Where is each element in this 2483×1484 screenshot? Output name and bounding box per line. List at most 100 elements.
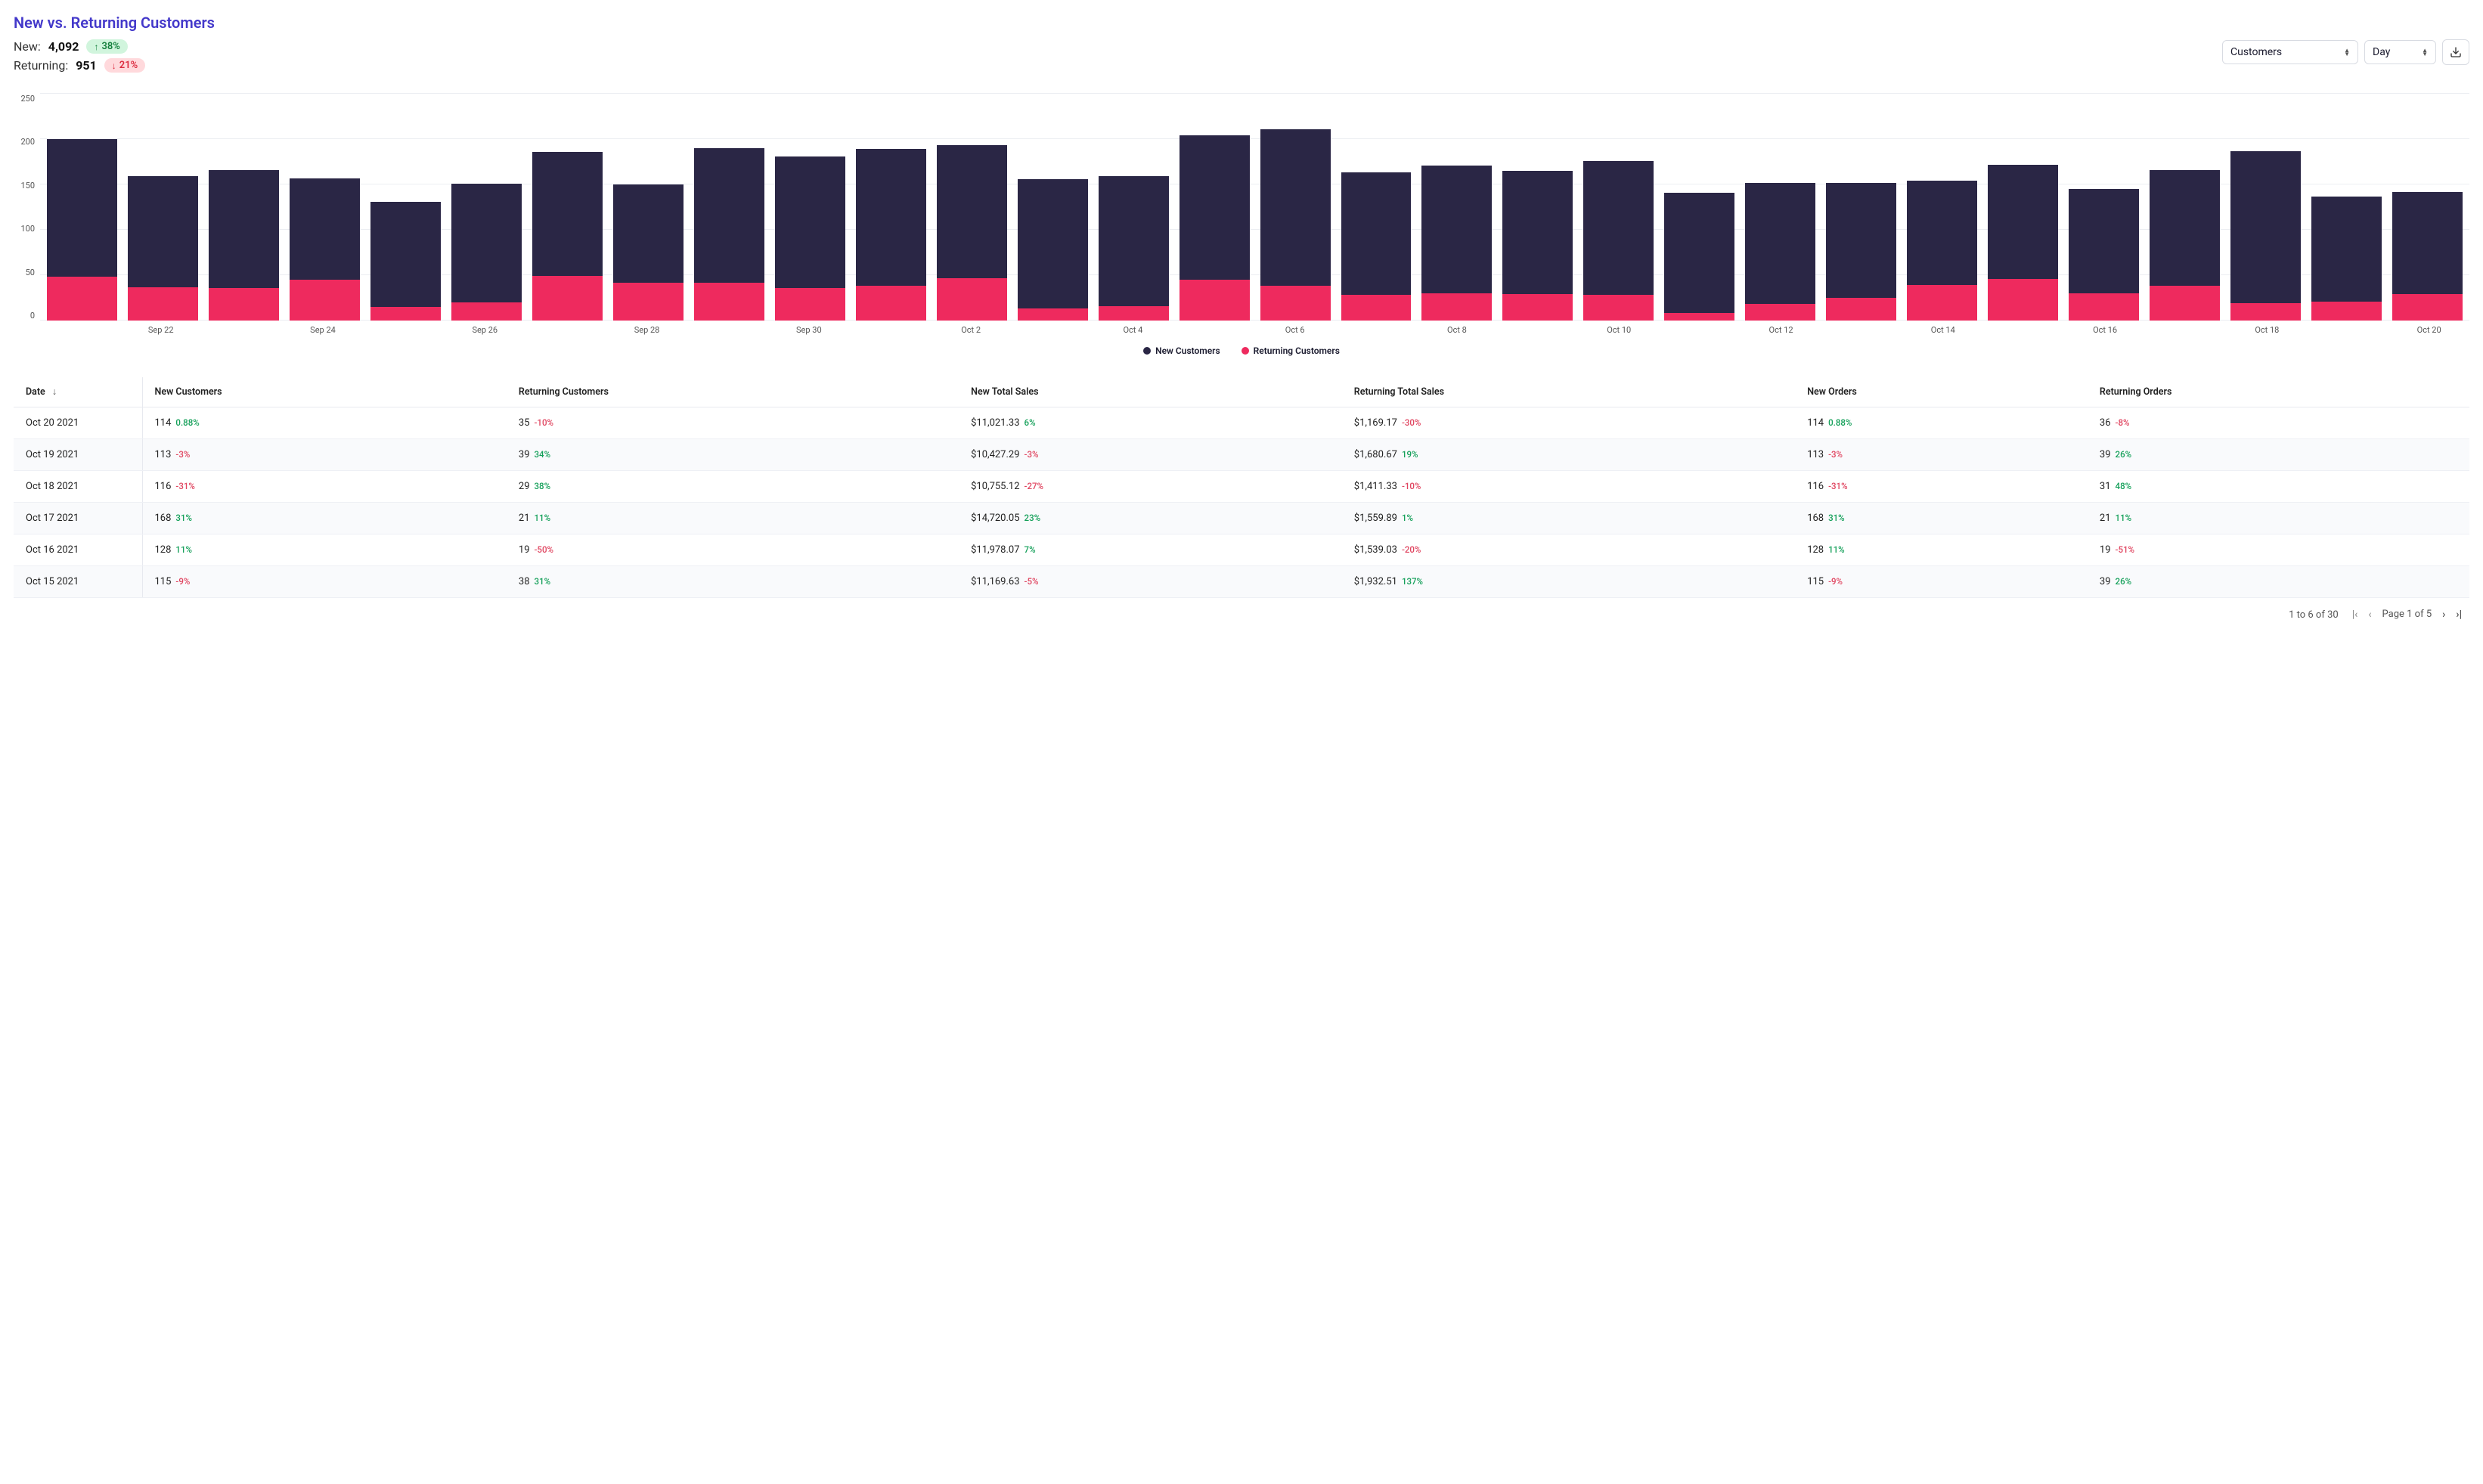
bar[interactable] — [203, 94, 284, 321]
arrow-up-icon: ↑ — [94, 42, 98, 52]
bar[interactable] — [365, 94, 446, 321]
cell: 2111% — [2088, 503, 2469, 534]
bar[interactable] — [1740, 94, 1821, 321]
stat-returning: Returning: 951 ↓ 21% — [14, 58, 145, 73]
cell: 2938% — [507, 471, 959, 503]
legend-returning: Returning Customers — [1242, 345, 1340, 356]
bar[interactable] — [851, 94, 932, 321]
bar[interactable] — [1821, 94, 1902, 321]
chart-plot — [39, 94, 2469, 321]
bar-segment-returning — [613, 283, 684, 321]
bar[interactable] — [2306, 94, 2387, 321]
pager-next[interactable]: › — [2442, 609, 2445, 621]
y-tick: 0 — [30, 311, 35, 321]
bar-segment-returning — [1988, 279, 2058, 321]
download-button[interactable] — [2442, 39, 2469, 65]
cell: $1,559.891% — [1342, 503, 1795, 534]
bar-segment-new — [1180, 135, 1250, 280]
bar-segment-new — [2392, 192, 2463, 295]
cell: $11,978.077% — [959, 534, 1342, 566]
bar[interactable] — [932, 94, 1012, 321]
bar[interactable] — [608, 94, 689, 321]
bar[interactable] — [2225, 94, 2306, 321]
x-tick: Sep 28 — [606, 325, 687, 335]
pagination: 1 to 6 of 30 |‹ ‹ Page 1 of 5 › ›| — [14, 598, 2469, 624]
x-tick — [364, 325, 445, 335]
bar-segment-new — [209, 170, 279, 288]
bar-segment-new — [2150, 170, 2220, 287]
table-row: Oct 19 2021113-3%3934%$10,427.29-3%$1,68… — [14, 439, 2469, 471]
bar[interactable] — [1336, 94, 1417, 321]
bar-segment-new — [937, 145, 1007, 277]
metric-select[interactable]: Customers ▲▼ — [2222, 40, 2358, 64]
bar[interactable] — [770, 94, 851, 321]
bar[interactable] — [1416, 94, 1497, 321]
bar[interactable] — [1012, 94, 1093, 321]
bar[interactable] — [527, 94, 608, 321]
x-tick — [687, 325, 768, 335]
cell: 1140.88% — [1795, 407, 2088, 439]
cell: $10,427.29-3% — [959, 439, 1342, 471]
cell: $11,021.336% — [959, 407, 1342, 439]
bar[interactable] — [689, 94, 770, 321]
column-header[interactable]: New Total Sales — [959, 377, 1342, 407]
bar-segment-returning — [2392, 294, 2463, 321]
cell: $1,539.03-20% — [1342, 534, 1795, 566]
cell: 116-31% — [142, 471, 507, 503]
chevron-updown-icon: ▲▼ — [2422, 48, 2428, 56]
bar[interactable] — [1659, 94, 1740, 321]
bar[interactable] — [1497, 94, 1578, 321]
legend-new: New Customers — [1143, 345, 1220, 356]
bar[interactable] — [446, 94, 527, 321]
cell: 3148% — [2088, 471, 2469, 503]
table-row: Oct 18 2021116-31%2938%$10,755.12-27%$1,… — [14, 471, 2469, 503]
x-tick: Sep 30 — [768, 325, 849, 335]
x-tick: Oct 10 — [1579, 325, 1660, 335]
pager-range: 1 to 6 of 30 — [2289, 609, 2339, 621]
bar[interactable] — [1902, 94, 1982, 321]
granularity-select[interactable]: Day ▲▼ — [2364, 40, 2436, 64]
column-header[interactable]: Returning Total Sales — [1342, 377, 1795, 407]
column-header[interactable]: Returning Orders — [2088, 377, 2469, 407]
bar[interactable] — [1982, 94, 2063, 321]
table-row: Oct 15 2021115-9%3831%$11,169.63-5%$1,93… — [14, 566, 2469, 598]
column-header[interactable]: New Customers — [142, 377, 507, 407]
y-tick: 100 — [20, 224, 35, 234]
bar[interactable] — [1255, 94, 1336, 321]
pager-prev[interactable]: ‹ — [2368, 609, 2371, 621]
bar-segment-returning — [856, 286, 926, 321]
x-tick: Sep 24 — [282, 325, 363, 335]
bar[interactable] — [1578, 94, 1659, 321]
bar[interactable] — [2063, 94, 2144, 321]
bar[interactable] — [284, 94, 365, 321]
bar[interactable] — [122, 94, 203, 321]
bar[interactable] — [42, 94, 122, 321]
column-header[interactable]: Date ↓ — [14, 377, 142, 407]
x-tick: Oct 6 — [1254, 325, 1335, 335]
pager-first[interactable]: |‹ — [2352, 609, 2358, 621]
bar-segment-returning — [1180, 280, 1250, 321]
bar[interactable] — [2144, 94, 2225, 321]
cell: $1,680.6719% — [1342, 439, 1795, 471]
bar-segment-new — [2230, 151, 2301, 304]
pager-last[interactable]: ›| — [2456, 609, 2462, 621]
bar-segment-new — [775, 156, 845, 288]
column-header[interactable]: New Orders — [1795, 377, 2088, 407]
bar-segment-returning — [2069, 293, 2139, 321]
bar-segment-new — [1502, 171, 1573, 294]
bar-segment-returning — [1583, 295, 1654, 321]
bar[interactable] — [1093, 94, 1174, 321]
column-header[interactable]: Returning Customers — [507, 377, 959, 407]
bar-segment-returning — [775, 288, 845, 321]
cell: $11,169.63-5% — [959, 566, 1342, 598]
cell: 3926% — [2088, 566, 2469, 598]
bar[interactable] — [1174, 94, 1255, 321]
bar-segment-returning — [694, 283, 764, 321]
cell: 3831% — [507, 566, 959, 598]
x-tick: Oct 20 — [2388, 325, 2469, 335]
bar-segment-returning — [2150, 286, 2220, 321]
x-tick — [1983, 325, 2064, 335]
bar[interactable] — [2387, 94, 2468, 321]
x-tick: Oct 14 — [1902, 325, 1983, 335]
cell: 12811% — [1795, 534, 2088, 566]
